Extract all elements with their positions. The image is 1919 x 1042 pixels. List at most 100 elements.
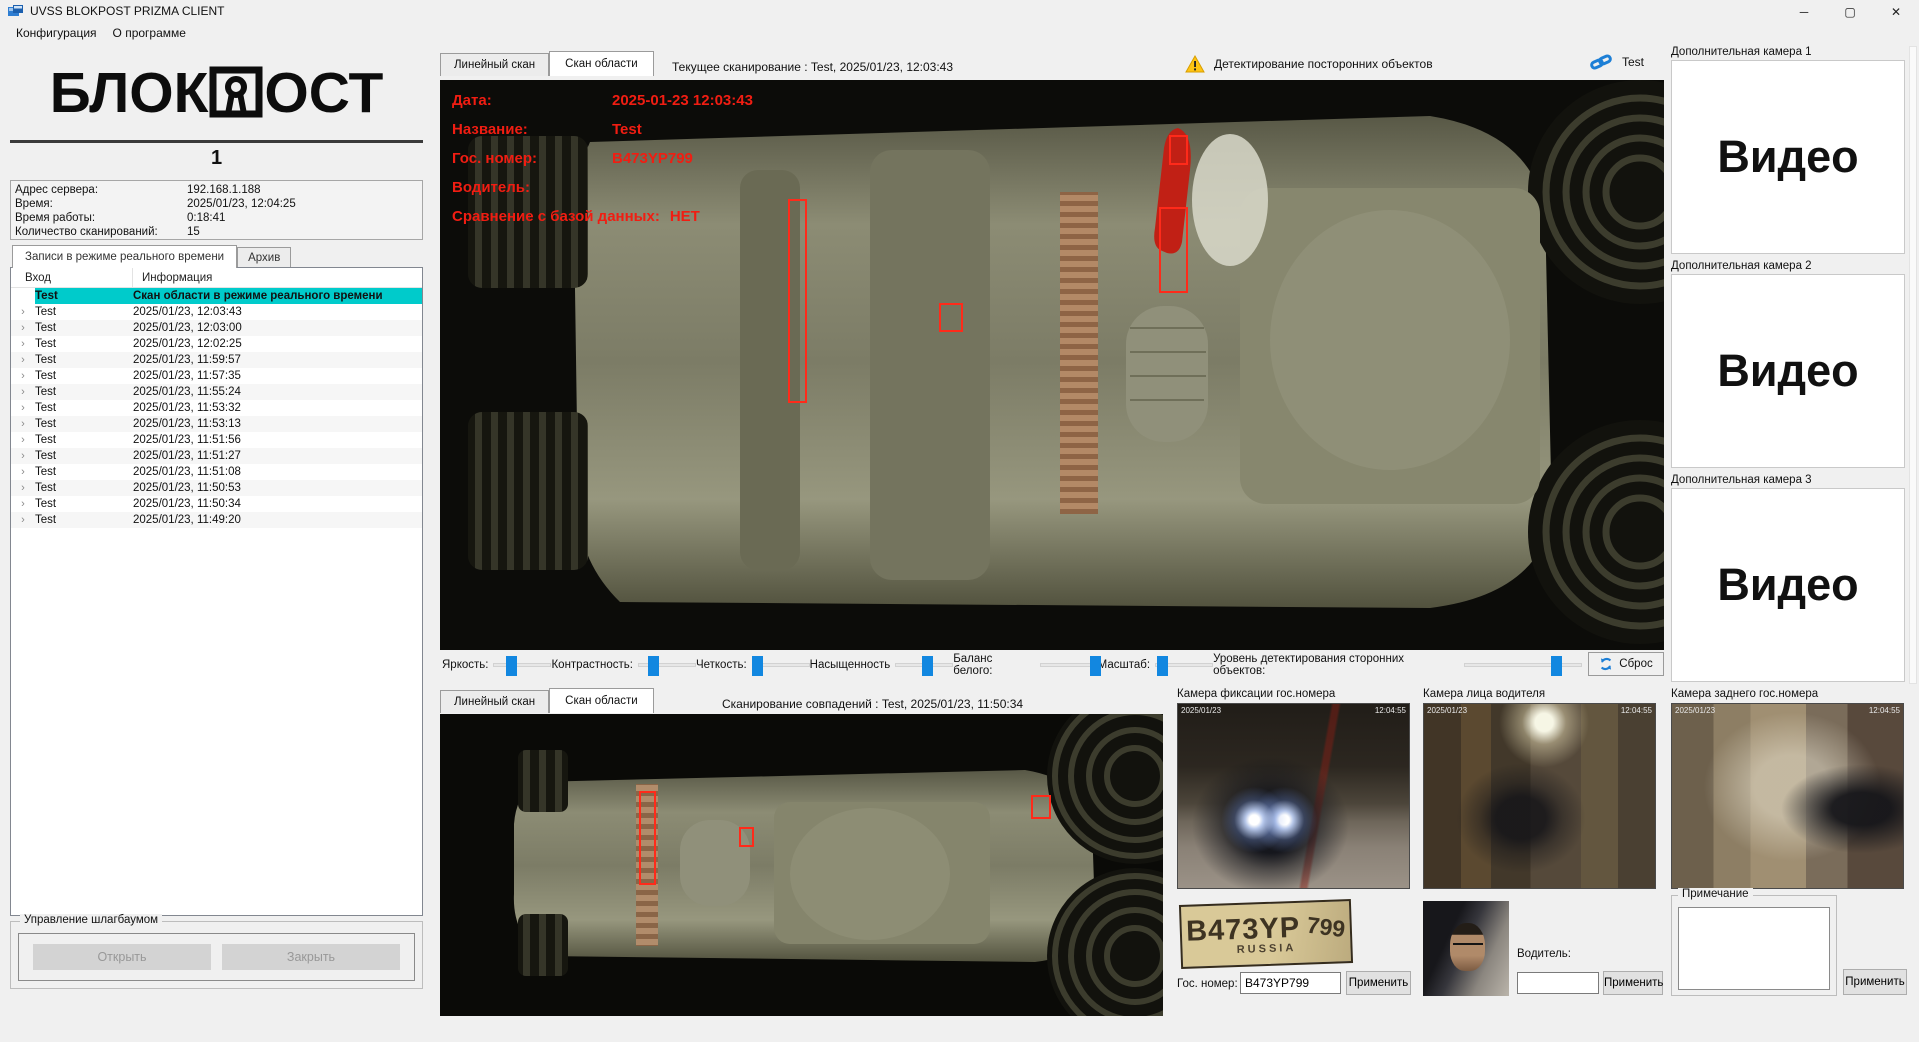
info-row: Время работы:0:18:41 — [15, 211, 422, 225]
warning-icon — [1185, 55, 1205, 73]
slider-label: Масштаб: — [1098, 659, 1150, 671]
record-info: 2025/01/23, 11:50:53 — [133, 482, 422, 494]
video-panel[interactable]: Видео — [1671, 488, 1905, 682]
record-row[interactable]: ›Test2025/01/23, 11:57:35 — [11, 368, 422, 384]
record-row[interactable]: ›Test2025/01/23, 12:02:25 — [11, 336, 422, 352]
barrier-close-button[interactable]: Закрыть — [222, 944, 400, 970]
record-row[interactable]: ›Test2025/01/23, 11:53:32 — [11, 400, 422, 416]
blokpost-logo: БЛОКОСТ — [10, 50, 423, 136]
slider-track[interactable] — [895, 663, 953, 667]
record-row[interactable]: ›Test2025/01/23, 11:59:57 — [11, 352, 422, 368]
image-adjust-slider: Четкость: — [696, 659, 810, 671]
apply-plate-button[interactable]: Применить — [1346, 971, 1411, 995]
note-textarea[interactable] — [1678, 907, 1830, 990]
menu-about[interactable]: О программе — [105, 23, 194, 43]
record-row[interactable]: ›Test2025/01/23, 11:51:08 — [11, 464, 422, 480]
expand-icon[interactable]: › — [11, 385, 35, 399]
record-row[interactable]: ›Test2025/01/23, 11:50:53 — [11, 480, 422, 496]
expand-icon[interactable]: › — [11, 305, 35, 319]
slider-track[interactable] — [493, 663, 551, 667]
match-scan-view[interactable] — [440, 714, 1163, 1016]
connection-link[interactable]: Test — [1590, 54, 1644, 70]
tab-area-scan[interactable]: Скан области — [549, 51, 654, 76]
record-row[interactable]: ›Test2025/01/23, 12:03:00 — [11, 320, 422, 336]
rear-camera-view[interactable]: 2025/01/23 12:04:55 — [1671, 703, 1904, 889]
column-header-entry[interactable]: Вход — [11, 268, 133, 288]
expand-icon[interactable]: › — [11, 369, 35, 383]
record-row[interactable]: ›Test2025/01/23, 12:03:43 — [11, 304, 422, 320]
plate-number-input[interactable] — [1240, 972, 1341, 994]
record-name: Test — [35, 434, 133, 446]
plate-camera-group: Камера фиксации гос.номера 2025/01/23 12… — [1177, 688, 1410, 889]
record-info: 2025/01/23, 11:53:32 — [133, 402, 422, 414]
expand-icon[interactable]: › — [11, 321, 35, 335]
expand-icon[interactable]: › — [11, 481, 35, 495]
slider-track[interactable] — [1464, 663, 1582, 667]
record-name: Test — [35, 322, 133, 334]
tab-realtime-records[interactable]: Записи в режиме реального времени — [12, 245, 237, 268]
tab-archive[interactable]: Архив — [237, 247, 291, 268]
minimize-button[interactable]: ─ — [1781, 0, 1827, 24]
camera-timestamp-date: 2025/01/23 — [1427, 706, 1467, 715]
slider-handle[interactable] — [506, 656, 517, 676]
record-info: 2025/01/23, 11:53:13 — [133, 418, 422, 430]
driver-glasses — [1453, 943, 1483, 949]
plate-camera-view[interactable]: 2025/01/23 12:04:55 — [1177, 703, 1410, 889]
slider-handle[interactable] — [1157, 656, 1168, 676]
slider-track[interactable] — [1040, 663, 1098, 667]
record-row[interactable]: ›Test2025/01/23, 11:50:34 — [11, 496, 422, 512]
tab-linear-scan-match[interactable]: Линейный скан — [440, 690, 549, 713]
expand-icon[interactable]: › — [11, 513, 35, 527]
plate-number-label: Гос. номер: — [1177, 978, 1238, 990]
record-row[interactable]: ›Test2025/01/23, 11:51:56 — [11, 432, 422, 448]
apply-note-button[interactable]: Применить — [1843, 969, 1907, 995]
slider-track[interactable] — [752, 663, 810, 667]
barrier-open-button[interactable]: Открыть — [33, 944, 211, 970]
tab-area-scan-match[interactable]: Скан области — [549, 688, 654, 713]
expand-icon[interactable]: › — [11, 497, 35, 511]
expand-icon[interactable]: › — [11, 337, 35, 351]
slider-label: Контрастность: — [551, 659, 632, 671]
expand-icon[interactable]: › — [11, 465, 35, 479]
slider-handle[interactable] — [752, 656, 763, 676]
slider-handle[interactable] — [1090, 656, 1101, 676]
record-row[interactable]: ›Test2025/01/23, 11:55:24 — [11, 384, 422, 400]
detection-warning-label: Детектирование посторонних объектов — [1214, 57, 1433, 71]
close-button[interactable]: ✕ — [1873, 0, 1919, 24]
expand-icon[interactable]: › — [11, 353, 35, 367]
reset-button[interactable]: Сброс — [1588, 652, 1664, 676]
record-row[interactable]: ›Test2025/01/23, 11:53:13 — [11, 416, 422, 432]
slider-handle[interactable] — [922, 656, 933, 676]
slider-track[interactable] — [638, 663, 696, 667]
column-header-info[interactable]: Информация — [133, 272, 212, 284]
info-row: Время:2025/01/23, 12:04:25 — [15, 197, 422, 211]
main-scan-view[interactable]: Дата:2025-01-23 12:03:43 Название:Test Г… — [440, 80, 1664, 650]
plate-crop-region: 799 — [1306, 912, 1347, 943]
video-panel[interactable]: Видео — [1671, 60, 1905, 254]
slider-track[interactable] — [1155, 663, 1213, 667]
record-info: 2025/01/23, 11:51:27 — [133, 450, 422, 462]
expand-icon[interactable]: › — [11, 401, 35, 415]
record-row[interactable]: ›Test2025/01/23, 11:49:20 — [11, 512, 422, 528]
maximize-button[interactable]: ▢ — [1827, 0, 1873, 24]
record-row-selected[interactable]: Test Скан области в режиме реального вре… — [11, 288, 422, 304]
slider-handle[interactable] — [1551, 656, 1562, 676]
video-panel[interactable]: Видео — [1671, 274, 1905, 468]
driver-input[interactable] — [1517, 972, 1599, 994]
link-icon — [1590, 54, 1612, 70]
face-camera-view[interactable]: 2025/01/23 12:04:55 — [1423, 703, 1656, 889]
expand-icon[interactable]: › — [11, 449, 35, 463]
connection-link-label: Test — [1622, 55, 1644, 69]
tab-linear-scan[interactable]: Линейный скан — [440, 53, 549, 76]
extra-camera-group: Дополнительная камера 1Видео — [1671, 46, 1907, 254]
menu-configuration[interactable]: Конфигурация — [8, 23, 105, 43]
expand-icon[interactable]: › — [11, 417, 35, 431]
menu-bar: Конфигурация О программе — [0, 22, 1919, 44]
apply-driver-button[interactable]: Применить — [1603, 971, 1663, 995]
expand-icon[interactable]: › — [11, 433, 35, 447]
record-row[interactable]: ›Test2025/01/23, 11:51:27 — [11, 448, 422, 464]
record-info: 2025/01/23, 11:57:35 — [133, 370, 422, 382]
match-scan-tabs: Линейный скан Скан области — [440, 688, 654, 713]
scrollbar[interactable] — [1909, 46, 1917, 684]
slider-handle[interactable] — [648, 656, 659, 676]
